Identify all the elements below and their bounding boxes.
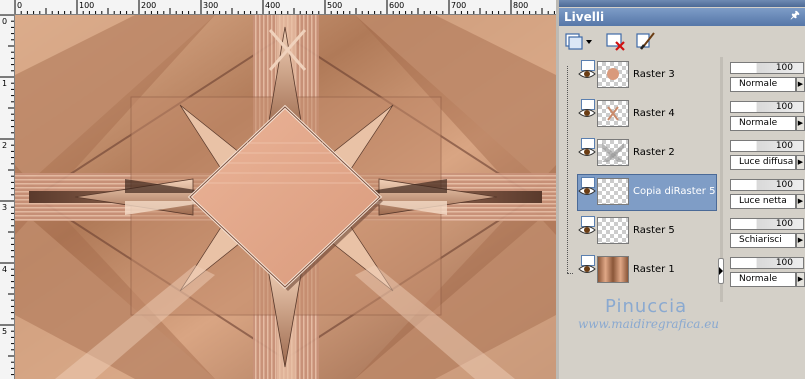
opacity-slider[interactable]: 100 xyxy=(730,179,804,191)
ruler-top-label: 500 xyxy=(327,1,343,10)
layer-thumbnail xyxy=(597,100,629,127)
ruler-top-label: 200 xyxy=(141,1,157,10)
opacity-slider[interactable]: 100 xyxy=(730,257,804,269)
layer-props-raster-1: 100 Normale ▶ xyxy=(729,255,805,288)
blend-dropdown-arrow-icon[interactable]: ▶ xyxy=(796,272,805,287)
delete-layer-icon xyxy=(606,33,625,51)
ruler-top-label: 0 xyxy=(17,1,23,10)
layer-row-raster-2[interactable]: Raster 2 xyxy=(561,135,719,172)
eye-icon[interactable] xyxy=(578,184,596,198)
layer-name: Raster 3 xyxy=(633,69,675,80)
layer-row-copia-raster-5[interactable]: Copia diRaster 5 xyxy=(561,174,719,211)
layer-name: Copia diRaster 5 xyxy=(633,186,716,197)
delete-layer-button[interactable] xyxy=(605,31,627,51)
opacity-value: 100 xyxy=(775,102,793,112)
layer-list: Raster 3 Raster 4 Raster 2 Copia diRaste… xyxy=(561,57,719,302)
watermark-url: www.maidiregrafica.eu xyxy=(578,317,720,331)
panel-top-strip xyxy=(559,0,805,7)
eye-icon[interactable] xyxy=(578,223,596,237)
canvas-artwork xyxy=(15,15,556,379)
opacity-slider[interactable]: 100 xyxy=(730,140,804,152)
ruler-left-label: 2 xyxy=(2,141,8,150)
layer-row-raster-1[interactable]: Raster 1 xyxy=(561,252,719,289)
ruler-top-label: 300 xyxy=(203,1,219,10)
ruler-left-label: 4 xyxy=(2,265,8,274)
ruler-left-ticks xyxy=(0,14,14,376)
splitter-handle[interactable] xyxy=(718,258,724,284)
layer-props-copia-raster-5: 100 Luce netta ▶ xyxy=(729,177,805,210)
ruler-top-label: 100 xyxy=(79,1,95,10)
ruler-top-label: 800 xyxy=(513,1,529,10)
layer-props-raster-2: 100 Luce diffusa ▶ xyxy=(729,138,805,171)
opacity-value: 100 xyxy=(775,180,793,190)
ruler-top: 0 100 200 300 400 500 600 700 800 xyxy=(0,0,556,15)
ruler-corner xyxy=(0,0,15,15)
blend-mode-select[interactable]: Normale xyxy=(730,272,796,287)
ruler-left-label: 5 xyxy=(2,327,8,336)
eye-icon[interactable] xyxy=(578,67,596,81)
eye-icon[interactable] xyxy=(578,145,596,159)
opacity-slider[interactable]: 100 xyxy=(730,101,804,113)
blend-dropdown-arrow-icon[interactable]: ▶ xyxy=(796,77,805,92)
blend-mode-select[interactable]: Luce netta xyxy=(730,194,796,209)
new-layer-icon xyxy=(565,33,592,50)
opacity-slider[interactable]: 100 xyxy=(730,218,804,230)
ruler-left-label: 1 xyxy=(2,79,8,88)
image-canvas[interactable] xyxy=(15,15,556,379)
new-layer-button[interactable] xyxy=(564,31,592,51)
panel-title: Livelli xyxy=(564,10,605,24)
brush-edit-icon xyxy=(636,32,655,50)
blend-mode-select[interactable]: Luce diffusa xyxy=(730,155,796,170)
ruler-top-label: 400 xyxy=(265,1,281,10)
blend-mode-select[interactable]: Schiarisci xyxy=(730,233,796,248)
blend-dropdown-arrow-icon[interactable]: ▶ xyxy=(796,116,805,131)
opacity-value: 100 xyxy=(775,141,793,151)
blend-dropdown-arrow-icon[interactable]: ▶ xyxy=(796,233,805,248)
pin-icon[interactable]: 🖈 xyxy=(789,10,801,22)
edit-layer-button[interactable] xyxy=(635,31,657,51)
panel-title-bar: Livelli 🖈 xyxy=(559,8,805,26)
layer-thumbnail xyxy=(597,139,629,166)
ruler-left-label: 3 xyxy=(2,203,8,212)
layers-toolbar xyxy=(559,27,805,55)
layer-props-raster-4: 100 Normale ▶ xyxy=(729,99,805,132)
opacity-value: 100 xyxy=(775,63,793,73)
opacity-value: 100 xyxy=(775,219,793,229)
watermark-name: Pinuccia xyxy=(605,296,688,317)
blend-dropdown-arrow-icon[interactable]: ▶ xyxy=(796,155,805,170)
layer-name: Raster 5 xyxy=(633,225,675,236)
opacity-slider[interactable]: 100 xyxy=(730,62,804,74)
layer-props-raster-5: 100 Schiarisci ▶ xyxy=(729,216,805,249)
blend-mode-select[interactable]: Normale xyxy=(730,77,796,92)
layer-name: Raster 2 xyxy=(633,147,675,158)
layer-props-raster-3: 100 Normale ▶ xyxy=(729,60,805,93)
layer-thumbnail xyxy=(597,217,629,244)
eye-icon[interactable] xyxy=(578,262,596,276)
ruler-left: 0 1 2 3 4 5 xyxy=(0,14,15,379)
layer-properties-column: 100 Normale ▶ 100 Normale ▶ 100 Luce dif… xyxy=(726,57,805,302)
layer-thumbnail xyxy=(597,61,629,88)
eye-icon[interactable] xyxy=(578,106,596,120)
ruler-left-label: 0 xyxy=(2,17,8,26)
layer-row-raster-5[interactable]: Raster 5 xyxy=(561,213,719,250)
ruler-top-label: 700 xyxy=(451,1,467,10)
ruler-top-label: 600 xyxy=(389,1,405,10)
blend-dropdown-arrow-icon[interactable]: ▶ xyxy=(796,194,805,209)
layer-name: Raster 1 xyxy=(633,264,675,275)
layer-thumbnail xyxy=(597,256,629,283)
layer-row-raster-3[interactable]: Raster 3 xyxy=(561,57,719,94)
layer-thumbnail xyxy=(597,178,629,205)
blend-mode-select[interactable]: Normale xyxy=(730,116,796,131)
layer-name: Raster 4 xyxy=(633,108,675,119)
layer-row-raster-4[interactable]: Raster 4 xyxy=(561,96,719,133)
opacity-value: 100 xyxy=(775,258,793,268)
